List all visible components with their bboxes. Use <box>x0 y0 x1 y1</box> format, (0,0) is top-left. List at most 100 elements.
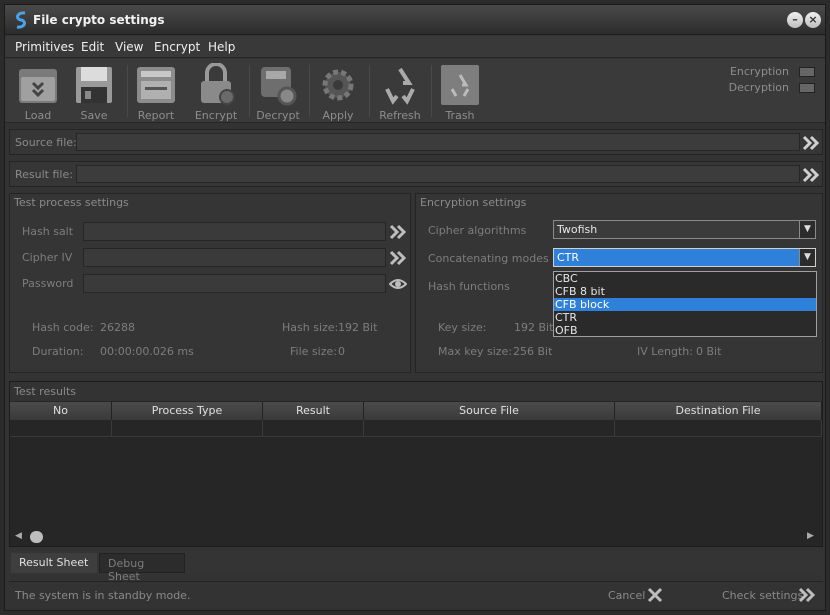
concatenating-modes-label: Concatenating modes <box>428 252 549 265</box>
browse-source-chevron-icon[interactable] <box>802 135 820 151</box>
menu-help[interactable]: Help <box>208 40 235 54</box>
max-key-size-label: Max key size: <box>438 345 513 358</box>
decryption-label: Decryption <box>728 81 789 94</box>
concatenating-mode-select[interactable]: CTR ▼ <box>553 248 816 267</box>
encryption-settings-title: Encryption settings <box>420 196 527 209</box>
mode-option-cfb-block[interactable]: CFB block <box>554 298 816 311</box>
iv-length-value: 0 Bit <box>696 345 722 358</box>
window-title: File crypto settings <box>33 13 165 27</box>
decrypt-button[interactable]: Decrypt <box>249 61 307 123</box>
hash-salt-input[interactable] <box>83 222 386 241</box>
result-file-input[interactable] <box>76 165 800 183</box>
password-label: Password <box>22 277 74 290</box>
toolbar: Load Save Report Encrypt Decrypt Apply R… <box>5 59 825 123</box>
status-text: The system is in standby mode. <box>15 589 191 602</box>
chevron-down-icon[interactable]: ▼ <box>799 221 815 238</box>
check-settings-chevron-icon[interactable] <box>798 587 816 603</box>
key-size-value: 192 Bit <box>514 321 554 334</box>
table-cell[interactable] <box>364 420 615 437</box>
menu-view[interactable]: View <box>115 40 143 54</box>
mode-option-cbc[interactable]: CBC <box>554 272 816 285</box>
mode-option-ofb[interactable]: OFB <box>554 324 816 337</box>
recycle-icon <box>385 67 415 105</box>
mode-option-cfb8[interactable]: CFB 8 bit <box>554 285 816 298</box>
save-button[interactable]: Save <box>65 61 123 123</box>
cancel-x-icon[interactable] <box>647 587 663 603</box>
column-header-process-type[interactable]: Process Type <box>112 402 263 420</box>
column-header-source-file[interactable]: Source File <box>364 402 615 420</box>
column-header-no[interactable]: No <box>10 402 112 420</box>
report-button[interactable]: Report <box>127 61 185 123</box>
menu-encrypt[interactable]: Encrypt <box>154 40 200 54</box>
column-header-result[interactable]: Result <box>263 402 364 420</box>
scroll-thumb[interactable] <box>30 531 43 543</box>
hash-functions-label: Hash functions <box>428 280 510 293</box>
scroll-left-icon[interactable]: ◀ <box>15 531 22 541</box>
main-window: File crypto settings – × Primitives Edit… <box>4 4 826 611</box>
encrypt-button[interactable]: Encrypt <box>187 61 245 123</box>
toolbar-separator <box>369 65 370 117</box>
browse-result-chevron-icon[interactable] <box>802 167 820 183</box>
mode-option-ctr[interactable]: CTR <box>554 311 816 324</box>
app-logo-icon <box>16 11 26 29</box>
check-settings-button[interactable]: Check settings <box>722 589 803 602</box>
device-gear-icon <box>261 67 297 106</box>
duration-label: Duration: <box>32 345 84 358</box>
cipher-iv-label: Cipher IV <box>22 251 73 264</box>
minimize-button[interactable]: – <box>787 12 803 28</box>
hash-size-value: 192 Bit <box>338 321 378 334</box>
result-file-label: Result file: <box>15 168 73 181</box>
test-process-title: Test process settings <box>14 196 129 209</box>
decryption-toggle[interactable] <box>799 83 815 93</box>
trash-button[interactable]: Trash <box>431 61 489 123</box>
cancel-button[interactable]: Cancel <box>608 589 645 602</box>
load-button[interactable]: Load <box>9 61 67 123</box>
table-cell[interactable] <box>263 420 364 437</box>
iv-length-label: IV Length: <box>637 345 693 358</box>
file-size-label: File size: <box>290 345 337 358</box>
key-size-label: Key size: <box>438 321 487 334</box>
cipher-iv-chevron-icon[interactable] <box>389 250 407 266</box>
cipher-algorithm-select[interactable]: Twofish ▼ <box>553 220 816 239</box>
cipher-algorithm-value: Twofish <box>557 223 598 236</box>
tab-result-sheet[interactable]: Result Sheet <box>11 553 97 573</box>
sheet-tabs: Result Sheet Debug Sheet <box>9 550 823 583</box>
hash-code-label: Hash code: <box>32 321 94 334</box>
hash-salt-chevron-icon[interactable] <box>389 224 407 240</box>
max-key-size-value: 256 Bit <box>513 345 553 358</box>
title-bar: File crypto settings – × <box>5 5 825 35</box>
printer-icon <box>137 67 175 103</box>
table-cell[interactable] <box>615 420 822 437</box>
cipher-iv-input[interactable] <box>83 248 386 267</box>
encryption-toggle[interactable] <box>799 67 815 77</box>
scroll-right-icon[interactable]: ▶ <box>807 531 814 541</box>
concatenating-mode-dropdown: CBC CFB 8 bit CFB block CTR OFB <box>553 271 817 337</box>
apply-button[interactable]: Apply <box>309 61 367 123</box>
status-bar: The system is in standby mode. Cancel Ch… <box>9 581 823 607</box>
menu-primitives[interactable]: Primitives <box>15 40 74 54</box>
test-results-panel: Test results No Process Type Result Sour… <box>9 381 823 547</box>
test-process-panel: Test process settings Hash salt Cipher I… <box>9 193 411 373</box>
source-file-input[interactable] <box>76 133 800 151</box>
refresh-button[interactable]: Refresh <box>371 61 429 123</box>
table-cell[interactable] <box>10 420 112 437</box>
encryption-label: Encryption <box>729 65 789 78</box>
chevron-down-icon[interactable]: ▼ <box>799 249 815 266</box>
menu-bar: Primitives Edit View Encrypt Help <box>5 36 825 58</box>
table-cell[interactable] <box>112 420 263 437</box>
eye-icon[interactable] <box>389 276 407 292</box>
password-input[interactable] <box>83 274 386 293</box>
menu-edit[interactable]: Edit <box>81 40 104 54</box>
trash-icon <box>441 65 479 105</box>
column-header-destination-file[interactable]: Destination File <box>615 402 822 420</box>
hash-salt-label: Hash salt <box>22 225 74 238</box>
source-file-label: Source file: <box>15 136 77 149</box>
test-results-title: Test results <box>10 382 822 401</box>
cipher-algorithms-label: Cipher algorithms <box>428 224 527 237</box>
source-file-row: Source file: <box>9 129 823 155</box>
tab-debug-sheet[interactable]: Debug Sheet <box>99 553 185 583</box>
horizontal-scrollbar[interactable]: ◀ ▶ <box>10 529 822 546</box>
result-file-row: Result file: <box>9 161 823 187</box>
close-button[interactable]: × <box>805 12 821 28</box>
hash-size-label: Hash size: <box>282 321 339 334</box>
